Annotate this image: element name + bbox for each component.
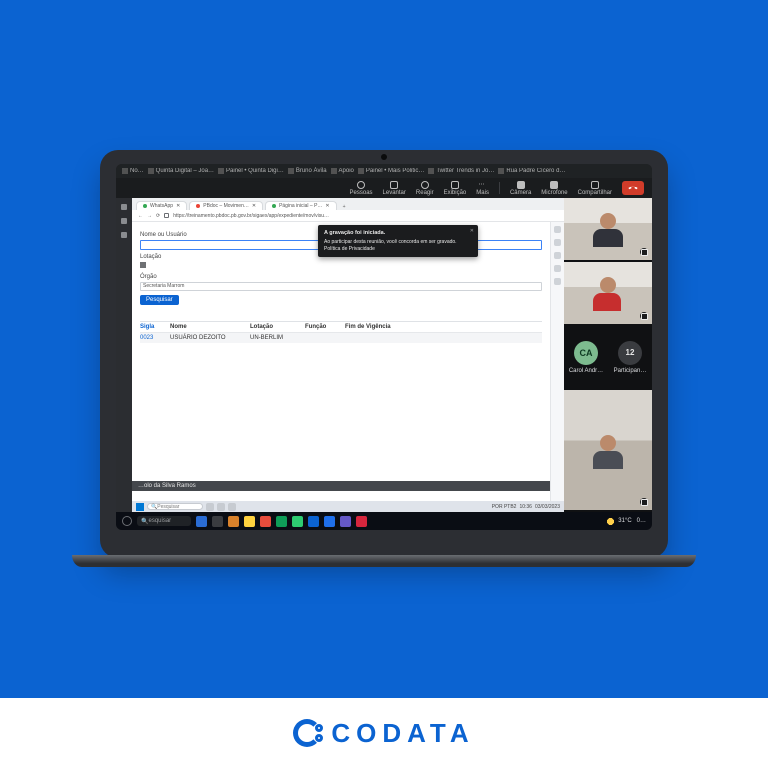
lotacao-picker[interactable] (140, 262, 146, 268)
col-funcao: Função (305, 324, 345, 330)
rail-item[interactable] (121, 218, 127, 224)
start-icon[interactable] (122, 516, 132, 526)
brand-footer: CODATA (0, 698, 768, 768)
sidebar-icon[interactable] (554, 252, 561, 259)
task-app[interactable] (217, 503, 225, 511)
address-bar[interactable]: ←→⟳ https://treinamento.pbdoc.pb.gov.br/… (132, 210, 564, 222)
taskbar-app[interactable] (260, 516, 271, 527)
url-text: https://treinamento.pbdoc.pb.gov.br/siga… (173, 213, 558, 219)
meeting-toolbar: Pessoas Levantar Reagir Exibição ⋯Mais C… (116, 178, 652, 198)
weather-widget[interactable]: 31°C (606, 517, 631, 526)
col-nome: Nome (170, 324, 250, 330)
share-button[interactable]: Compartilhar (578, 181, 612, 196)
laptop-frame: No… Quinta Digital – Joã… Painel • Quint… (100, 150, 668, 558)
window-tab[interactable]: Quinta Digital – Joã… (148, 168, 214, 174)
label-orgao: Órgão (140, 274, 542, 280)
close-icon[interactable]: ✕ (470, 228, 474, 235)
mic-off-icon (640, 248, 648, 256)
participant-video[interactable] (564, 198, 652, 262)
lock-icon (164, 213, 169, 218)
taskbar-app[interactable] (340, 516, 351, 527)
teams-rail (116, 198, 132, 512)
browser-sidebar (550, 222, 564, 501)
col-vigencia: Fim de Vigência (345, 324, 542, 330)
window-tab[interactable]: Bruno Ávila (288, 168, 327, 174)
mic-button[interactable]: Microfone (541, 181, 567, 196)
table-row[interactable]: 0023 USUÁRIO DEZOITO UN-BERLIM (140, 333, 542, 343)
taskbar-app[interactable] (276, 516, 287, 527)
page-body: Nome ou Usuário Lotação Órgão Secretaria… (132, 222, 550, 501)
laptop-base (72, 555, 696, 567)
view-button[interactable]: Exibição (444, 181, 467, 196)
sun-icon (606, 517, 615, 526)
people-button[interactable]: Pessoas (350, 181, 373, 196)
taskbar-app[interactable] (244, 516, 255, 527)
window-tab[interactable]: Painel • Mais Politic… (358, 168, 424, 174)
brand-text: CODATA (331, 718, 474, 749)
toast-title: A gravação foi iniciada. (324, 230, 472, 237)
camera-button[interactable]: Câmera (510, 181, 531, 196)
window-tab[interactable]: No… (122, 168, 144, 174)
sidebar-icon[interactable] (554, 239, 561, 246)
avatar-cell[interactable]: CA Carol Andr… (564, 326, 608, 388)
taskbar-app[interactable] (308, 516, 319, 527)
teams-window-tabs: No… Quinta Digital – Joã… Painel • Quint… (116, 164, 652, 178)
date-indicator: 03/03/2023 (535, 504, 560, 510)
results-table: Sigla Nome Lotação Função Fim de Vigênci… (140, 321, 542, 343)
screen: No… Quinta Digital – Joã… Painel • Quint… (116, 164, 652, 530)
shared-screen: WhatsApp✕ PBdoc – Movimen…✕ Página inici… (132, 198, 564, 512)
participant-count[interactable]: 12 Participan… (608, 326, 652, 388)
react-button[interactable]: Reagir (416, 181, 434, 196)
toast-body: Ao participar desta reunião, você concor… (324, 239, 472, 252)
meeting-content: WhatsApp✕ PBdoc – Movimen…✕ Página inici… (116, 198, 652, 512)
task-app[interactable] (206, 503, 214, 511)
browser-tab[interactable]: WhatsApp✕ (136, 201, 187, 210)
search-button[interactable]: Pesquisar (140, 295, 179, 305)
participant-summary: CA Carol Andr… 12 Participan… (564, 326, 652, 390)
window-tab[interactable]: Rua Padre Cícero d… (498, 168, 565, 174)
recording-toast: ✕ A gravação foi iniciada. Ao participar… (318, 225, 478, 257)
browser-tabstrip: WhatsApp✕ PBdoc – Movimen…✕ Página inici… (132, 198, 564, 210)
sidebar-icon[interactable] (554, 265, 561, 272)
rail-item[interactable] (121, 232, 127, 238)
rail-item[interactable] (121, 204, 127, 210)
col-lotacao: Lotação (250, 324, 305, 330)
taskbar-app[interactable] (324, 516, 335, 527)
tray-time: 0… (637, 518, 646, 524)
participant-video[interactable] (564, 390, 652, 512)
avatar: CA (574, 341, 598, 365)
window-tab[interactable]: Twitter Trends in Jo… (428, 168, 494, 174)
start-button[interactable] (136, 503, 144, 511)
sidebar-icon[interactable] (554, 278, 561, 285)
host-search[interactable]: 🔍 esquisar (137, 516, 191, 526)
sidebar-icon[interactable] (554, 226, 561, 233)
shared-search[interactable]: 🔍 Pesquisar (147, 503, 203, 510)
orgao-select[interactable]: Secretaria Marrom (140, 282, 542, 291)
camera-notch (381, 154, 387, 160)
host-taskbar: 🔍 esquisar 31°C 0… (116, 512, 652, 530)
presenter-name: …olo da Silva Ramos (132, 481, 550, 491)
participant-video[interactable] (564, 262, 652, 326)
more-button[interactable]: ⋯Mais (476, 181, 489, 196)
taskbar-app[interactable] (356, 516, 367, 527)
window-tab[interactable]: Apoio (331, 168, 354, 174)
browser-tab[interactable]: Página inicial – P…✕ (265, 201, 337, 210)
codata-logo (293, 719, 321, 747)
participant-panel: CA Carol Andr… 12 Participan… (564, 198, 652, 512)
taskbar-app[interactable] (212, 516, 223, 527)
mic-off-icon (640, 498, 648, 506)
taskbar-app[interactable] (292, 516, 303, 527)
col-sigla: Sigla (140, 324, 170, 330)
task-app[interactable] (228, 503, 236, 511)
raise-hand-button[interactable]: Levantar (383, 181, 406, 196)
window-tab[interactable]: Painel • Quinta Digi… (218, 168, 284, 174)
lang-indicator[interactable]: POR PTB2 (492, 504, 517, 510)
browser-tab[interactable]: PBdoc – Movimen…✕ (189, 201, 263, 210)
taskbar-app[interactable] (196, 516, 207, 527)
mic-off-icon (640, 312, 648, 320)
time-indicator: 10:36 (519, 504, 532, 510)
leave-call-button[interactable] (622, 181, 644, 195)
shared-taskbar: 🔍 Pesquisar POR PTB2 10:36 03/03/2023 (132, 501, 564, 512)
taskbar-app[interactable] (228, 516, 239, 527)
